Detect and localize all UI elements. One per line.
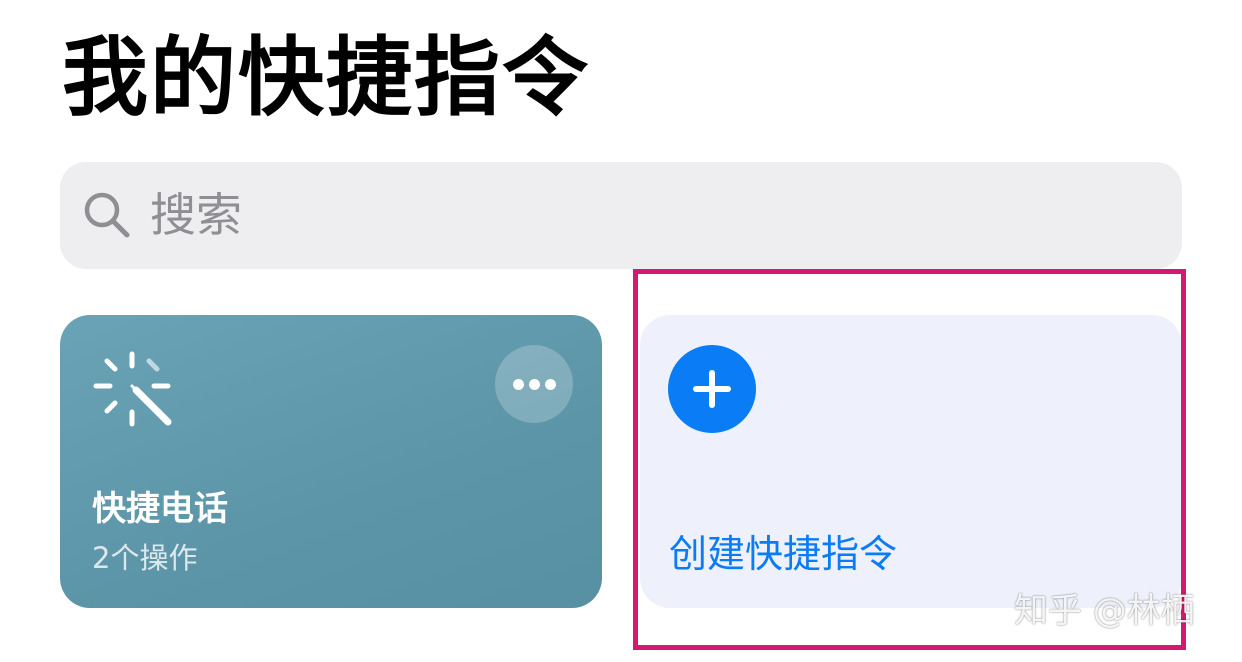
plus-icon[interactable] [668, 345, 756, 433]
create-shortcut-label[interactable]: 创建快捷指令 [669, 528, 897, 580]
search-icon [84, 192, 130, 238]
magic-wand-icon [93, 351, 172, 427]
more-options-button[interactable] [495, 345, 573, 423]
more-dot-icon [513, 379, 524, 390]
shortcut-action-count: 2个操作 [92, 541, 198, 575]
shortcut-name: 快捷电话 [92, 489, 228, 529]
page-title: 我的快捷指令 [62, 28, 590, 128]
search-placeholder[interactable]: 搜索 [150, 180, 242, 250]
watermark: 知乎 @林栖 [1014, 591, 1195, 631]
more-dot-icon [529, 379, 540, 390]
more-dot-icon [545, 379, 556, 390]
